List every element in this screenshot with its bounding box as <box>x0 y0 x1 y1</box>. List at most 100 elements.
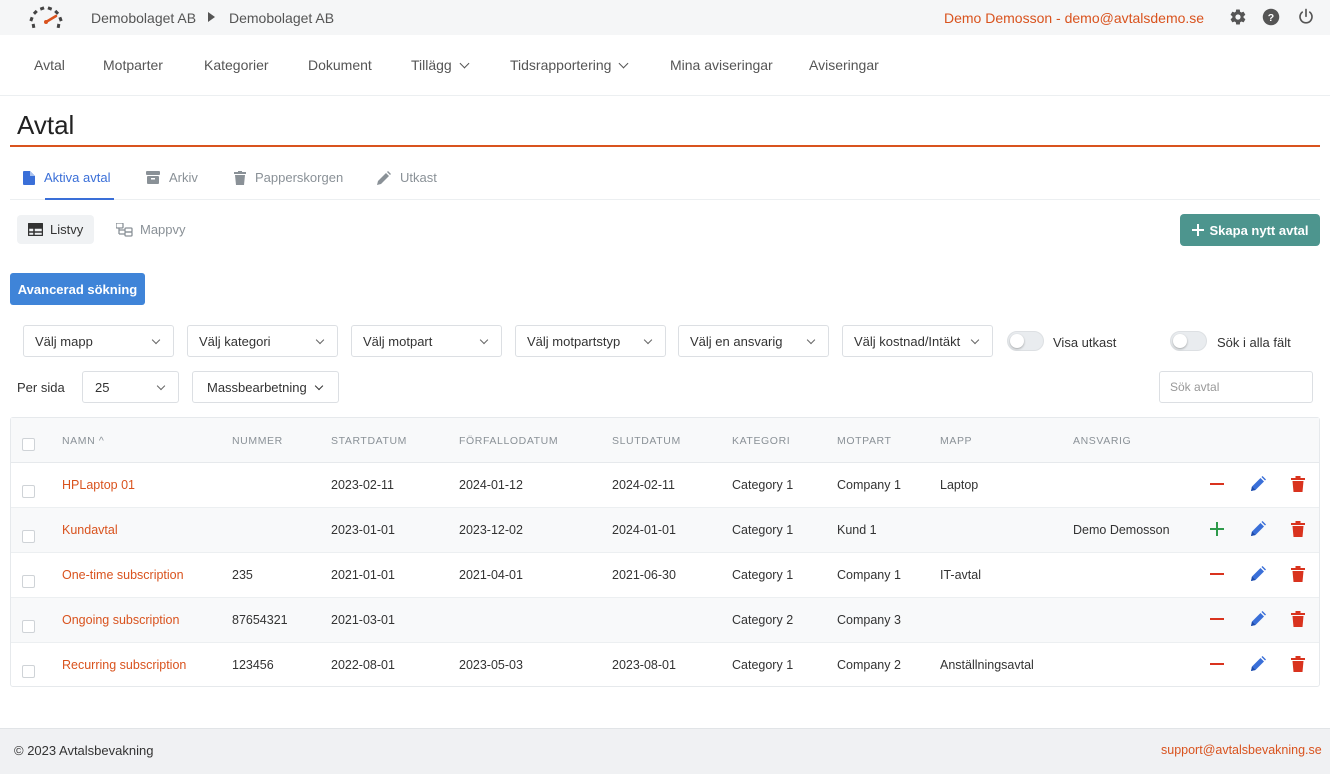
delete-trash-icon[interactable] <box>1290 611 1306 627</box>
col-startdatum[interactable]: STARTDATUM <box>331 435 407 447</box>
sort-asc-icon: ^ <box>98 435 105 447</box>
breadcrumb-current[interactable]: Demobolaget AB <box>229 10 334 26</box>
cell-nummer: 235 <box>232 568 253 582</box>
delete-trash-icon[interactable] <box>1290 656 1306 672</box>
support-email-link[interactable]: support@avtalsbevakning.se <box>1161 743 1322 757</box>
col-motpart[interactable]: MOTPART <box>837 435 892 447</box>
contract-name-link[interactable]: Ongoing subscription <box>62 613 179 627</box>
active-tab-indicator <box>45 198 114 200</box>
user-account-link[interactable]: Demo Demosson - demo@avtalsdemo.se <box>944 10 1204 26</box>
filter-motpart-select[interactable]: Välj motpart <box>351 325 502 357</box>
per-page-select[interactable]: 25 <box>82 371 179 403</box>
row-checkbox[interactable] <box>22 485 35 498</box>
breadcrumb-company[interactable]: Demobolaget AB <box>91 10 196 26</box>
per-page-label: Per sida <box>17 380 65 395</box>
edit-pencil-icon[interactable] <box>1250 476 1266 492</box>
footer: © 2023 Avtalsbevakning support@avtalsbev… <box>0 728 1330 774</box>
nav-item-motparter[interactable]: Motparter <box>103 57 163 73</box>
tab-arkiv[interactable]: Arkiv <box>146 170 198 185</box>
cell-motpart: Company 2 <box>837 658 901 672</box>
row-checkbox[interactable] <box>22 665 35 678</box>
search-input[interactable] <box>1159 371 1313 403</box>
cell-forfallodatum: 2023-12-02 <box>459 523 523 537</box>
filter-kostnad-select[interactable]: Välj kostnad/Intäkt <box>842 325 993 357</box>
chevron-down-icon <box>151 335 161 345</box>
view-mappvy-label: Mappvy <box>140 222 186 237</box>
filter-ansvarig-select[interactable]: Välj en ansvarig <box>678 325 829 357</box>
cell-startdatum: 2023-02-11 <box>331 478 395 492</box>
logo-icon[interactable] <box>26 2 66 32</box>
edit-pencil-icon[interactable] <box>1250 566 1266 582</box>
delete-trash-icon[interactable] <box>1290 476 1306 492</box>
chevron-down-icon <box>315 335 325 345</box>
tab-papperskorgen-label: Papperskorgen <box>255 170 344 185</box>
help-icon[interactable]: ? <box>1262 8 1280 26</box>
delete-trash-icon[interactable] <box>1290 521 1306 537</box>
edit-pencil-icon[interactable] <box>1250 611 1266 627</box>
row-checkbox[interactable] <box>22 530 35 543</box>
cell-kategori: Category 2 <box>732 613 794 627</box>
mass-edit-button[interactable]: Massbearbetning <box>192 371 339 403</box>
nav-item-tillagg[interactable]: Tillägg <box>411 57 470 73</box>
contract-name-link[interactable]: Kundavtal <box>62 523 118 537</box>
cell-startdatum: 2022-08-01 <box>331 658 395 672</box>
cell-forfallodatum: 2021-04-01 <box>459 568 523 582</box>
contract-name-link[interactable]: Recurring subscription <box>62 658 186 672</box>
table-row: Ongoing subscription 87654321 2021-03-01 Ca… <box>11 598 1319 643</box>
contract-name-link[interactable]: HPLaptop 01 <box>62 478 135 492</box>
tab-utkast[interactable]: Utkast <box>377 170 437 185</box>
edit-pencil-icon[interactable] <box>1250 656 1266 672</box>
nav-item-kategorier[interactable]: Kategorier <box>204 57 269 73</box>
filter-motpartstyp-select[interactable]: Välj motpartstyp <box>515 325 666 357</box>
col-mapp[interactable]: MAPP <box>940 435 972 447</box>
col-nummer[interactable]: NUMMER <box>232 435 283 447</box>
create-contract-button[interactable]: Skapa nytt avtal <box>1180 214 1320 246</box>
filter-mapp-select[interactable]: Välj mapp <box>23 325 174 357</box>
table-header: NAMN ^ NUMMER STARTDATUM FÖRFALLODATUM S… <box>11 418 1319 463</box>
cell-kategori: Category 1 <box>732 658 794 672</box>
filter-kategori-label: Välj kategori <box>199 333 271 349</box>
select-all-checkbox[interactable] <box>22 438 35 451</box>
cell-startdatum: 2021-03-01 <box>331 613 395 627</box>
delete-trash-icon[interactable] <box>1290 566 1306 582</box>
pencil-icon <box>377 170 391 185</box>
nav-item-tidsrapportering[interactable]: Tidsrapportering <box>510 57 629 73</box>
tab-aktiva-avtal[interactable]: Aktiva avtal <box>23 170 110 185</box>
filter-kategori-select[interactable]: Välj kategori <box>187 325 338 357</box>
col-ansvarig[interactable]: ANSVARIG <box>1073 435 1131 447</box>
nav-item-avtal[interactable]: Avtal <box>34 57 65 73</box>
power-icon[interactable] <box>1297 8 1315 26</box>
row-checkbox[interactable] <box>22 575 35 588</box>
nav-item-aviseringar[interactable]: Aviseringar <box>809 57 879 73</box>
advanced-search-button[interactable]: Avancerad sökning <box>10 273 145 305</box>
col-forfallodatum[interactable]: FÖRFALLODATUM <box>459 435 558 447</box>
contract-name-link[interactable]: One-time subscription <box>62 568 184 582</box>
chevron-down-icon <box>970 335 980 345</box>
col-slutdatum[interactable]: SLUTDATUM <box>612 435 681 447</box>
cell-motpart: Company 1 <box>837 478 901 492</box>
nav-item-mina-aviseringar[interactable]: Mina aviseringar <box>670 57 773 73</box>
view-mappvy-button[interactable]: Mappvy <box>105 215 197 244</box>
nav-item-dokument[interactable]: Dokument <box>308 57 372 73</box>
row-checkbox[interactable] <box>22 620 35 633</box>
minus-icon[interactable] <box>1209 656 1225 672</box>
view-listvy-button[interactable]: Listvy <box>17 215 95 244</box>
tab-papperskorgen[interactable]: Papperskorgen <box>234 170 343 185</box>
per-page-value: 25 <box>95 379 110 395</box>
file-icon <box>23 170 35 185</box>
cell-nummer: 123456 <box>232 658 274 672</box>
minus-icon[interactable] <box>1209 476 1225 492</box>
minus-icon[interactable] <box>1209 566 1225 582</box>
plus-icon[interactable] <box>1209 521 1225 537</box>
edit-pencil-icon[interactable] <box>1250 521 1266 537</box>
gear-icon[interactable] <box>1229 8 1247 26</box>
nav-item-tidsrapportering-label: Tidsrapportering <box>510 57 612 73</box>
col-kategori[interactable]: KATEGORI <box>732 435 790 447</box>
col-namn[interactable]: NAMN ^ <box>62 435 104 447</box>
trash-icon <box>234 170 246 185</box>
chevron-down-icon <box>618 58 629 69</box>
minus-icon[interactable] <box>1209 611 1225 627</box>
visa-utkast-toggle[interactable] <box>1007 331 1044 351</box>
cell-slutdatum: 2024-01-01 <box>612 523 676 537</box>
sok-alla-falt-toggle[interactable] <box>1170 331 1207 351</box>
